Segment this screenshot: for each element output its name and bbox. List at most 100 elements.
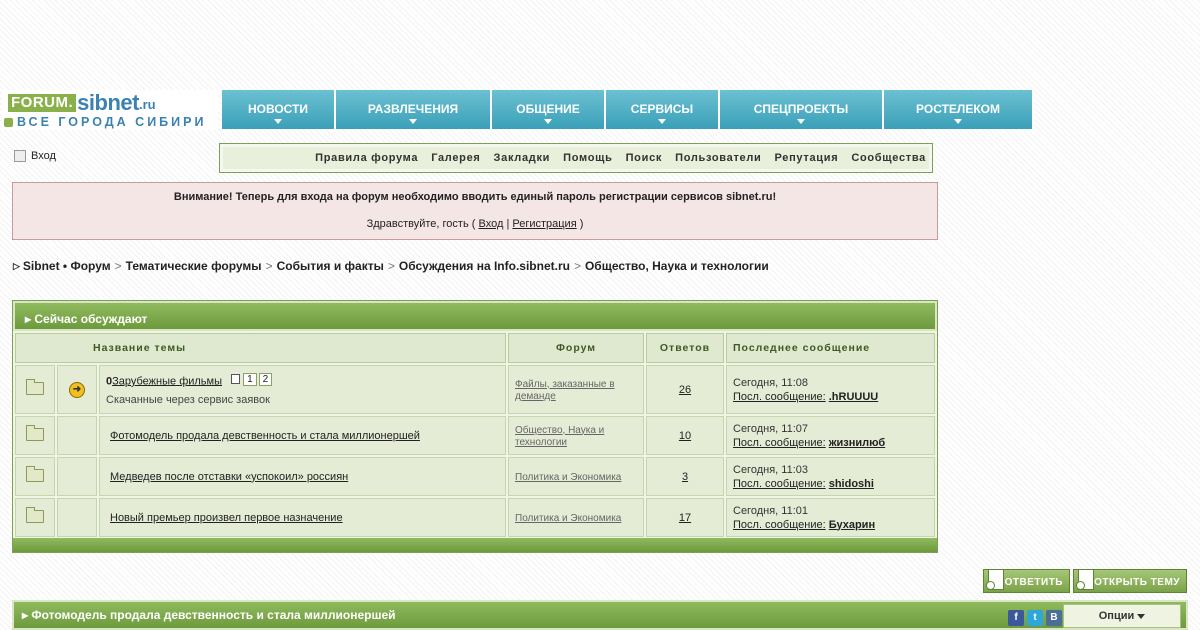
menu-gallery[interactable]: Галерея — [431, 152, 480, 164]
chevron-down-icon — [409, 119, 417, 124]
logo-ru: .ru — [138, 97, 156, 112]
site-logo[interactable]: FORUM. sibnet .ru ВСЕ ГОРОДА СИБИРИ — [2, 90, 218, 130]
forum-menu: Правила форума Галерея Закладки Помощь П… — [219, 143, 933, 173]
folder-icon — [26, 424, 44, 441]
logo-tagline: ВСЕ ГОРОДА СИБИРИ — [17, 115, 207, 129]
nav-entertainment[interactable]: РАЗВЛЕЧЕНИЯ — [336, 90, 492, 129]
menu-bookmarks[interactable]: Закладки — [494, 152, 551, 164]
panel-title: ▸ Сейчас обсуждают — [13, 301, 937, 331]
replies-link[interactable]: 3 — [682, 471, 688, 483]
menu-rules[interactable]: Правила форума — [315, 152, 418, 164]
chevron-down-icon — [658, 119, 666, 124]
table-row: ➜ 0Зарубежные фильмы 1 2 Скачанные через… — [15, 365, 935, 414]
last-post-link[interactable]: Посл. сообщение: — [733, 478, 826, 490]
table-row: Медведев после отставки «успокоил» росси… — [15, 457, 935, 496]
nav-services[interactable]: СЕРВИСЫ — [606, 90, 720, 129]
last-post-link[interactable]: Посл. сообщение: — [733, 391, 826, 403]
logo-dot — [4, 117, 13, 127]
crumb-5[interactable]: Общество, Наука и технологии — [585, 259, 769, 273]
reply-button[interactable]: ОТВЕТИТЬ — [983, 569, 1070, 593]
forum-link[interactable]: Файлы, заказанные в деманде — [515, 379, 615, 402]
chevron-down-icon — [274, 119, 282, 124]
topic-link[interactable]: Медведев после отставки «успокоил» росси… — [110, 471, 348, 483]
notice-register-link[interactable]: Регистрация — [512, 218, 576, 230]
main-nav: НОВОСТИ РАЗВЛЕЧЕНИЯ ОБЩЕНИЕ СЕРВИСЫ СПЕЦ… — [222, 90, 1034, 129]
forum-link[interactable]: Политика и Экономика — [515, 472, 621, 483]
pagination: 1 2 — [231, 372, 274, 386]
facebook-icon[interactable]: f — [1008, 610, 1024, 626]
last-time: Сегодня, 11:07 — [733, 422, 808, 435]
page-link[interactable]: 2 — [258, 372, 273, 386]
plus-icon — [1076, 581, 1085, 590]
nav-social[interactable]: ОБЩЕНИЕ — [492, 90, 606, 129]
pages-icon — [231, 374, 241, 385]
logo-forum: FORUM. — [8, 94, 77, 112]
new-topic-button[interactable]: ОТКРЫТЬ ТЕМУ — [1073, 569, 1187, 593]
options-button[interactable]: Опции — [1063, 604, 1181, 628]
active-topics-panel: ▸ Сейчас обсуждают Название темы Форум О… — [12, 300, 938, 553]
topic-title: Фотомодель продала девственность и стала… — [31, 608, 396, 622]
table-row: Фотомодель продала девственность и стала… — [15, 416, 935, 455]
col-last: Последнее сообщение — [726, 333, 935, 363]
page-link[interactable]: 1 — [243, 372, 257, 386]
menu-users[interactable]: Пользователи — [675, 152, 761, 164]
triangle-right-icon: ▷ — [13, 260, 20, 271]
table-row: Новый премьер произвел первое назначение… — [15, 498, 935, 537]
replies-link[interactable]: 26 — [679, 384, 691, 396]
last-post-link[interactable]: Посл. сообщение: — [733, 519, 826, 531]
topic-link[interactable]: Зарубежные фильмы — [112, 375, 222, 387]
menu-help[interactable]: Помощь — [563, 152, 612, 164]
chevron-down-icon — [954, 119, 962, 124]
last-user-link[interactable]: .hRUUUU — [829, 391, 879, 403]
last-time: Сегодня, 11:03 — [733, 463, 808, 476]
topic-link[interactable]: Фотомодель продала девственность и стала… — [110, 430, 420, 442]
replies-link[interactable]: 17 — [679, 512, 691, 524]
logo-sibnet: sibnet — [77, 90, 139, 115]
nav-rostelecom[interactable]: РОСТЕЛЕКОМ — [884, 90, 1034, 129]
last-time: Сегодня, 11:08 — [733, 376, 808, 389]
panel-footer — [13, 538, 937, 552]
menu-reputation[interactable]: Репутация — [775, 152, 839, 164]
last-time: Сегодня, 11:01 — [733, 504, 808, 517]
replies-link[interactable]: 10 — [679, 430, 691, 442]
crumb-2[interactable]: Тематические форумы — [126, 259, 262, 273]
topic-title-bar: ▸ Фотомодель продала девственность и ста… — [12, 600, 1188, 630]
col-forum: Форум — [508, 333, 644, 363]
nav-specprojects[interactable]: СПЕЦПРОЕКТЫ — [720, 90, 884, 129]
chevron-down-icon — [1137, 613, 1146, 619]
col-replies: Ответов — [646, 333, 724, 363]
folder-icon — [26, 506, 44, 523]
forum-link[interactable]: Политика и Экономика — [515, 513, 621, 524]
twitter-icon[interactable]: t — [1027, 610, 1043, 626]
notice-greeting: Здравствуйте, гость ( Вход | Регистрация… — [366, 218, 584, 230]
chevron-down-icon — [797, 119, 805, 124]
notice-login-link[interactable]: Вход — [478, 218, 503, 230]
chevron-down-icon — [544, 119, 552, 124]
go-new-icon[interactable]: ➜ — [69, 381, 85, 398]
col-name: Название темы — [15, 333, 506, 363]
last-user-link[interactable]: Бухарин — [829, 519, 875, 531]
notice-box: Внимание! Теперь для входа на форум необ… — [12, 182, 938, 240]
crumb-4[interactable]: Обсуждения на Info.sibnet.ru — [399, 259, 570, 273]
topics-table: Название темы Форум Ответов Последнее со… — [13, 331, 937, 539]
last-user-link[interactable]: жизнилюб — [829, 437, 885, 449]
plus-icon — [986, 581, 995, 590]
breadcrumb: ▷ Sibnet • Форум > Тематические форумы >… — [13, 259, 769, 273]
notice-warning: Внимание! Теперь для входа на форум необ… — [173, 191, 777, 203]
vkontakte-icon[interactable]: B — [1046, 610, 1062, 626]
login-icon — [14, 150, 26, 162]
last-post-link[interactable]: Посл. сообщение: — [733, 437, 826, 449]
menu-search[interactable]: Поиск — [626, 152, 663, 164]
forum-link[interactable]: Общество, Наука и технологии — [515, 425, 604, 448]
folder-icon — [26, 378, 44, 395]
menu-communities[interactable]: Сообщества — [851, 152, 926, 164]
crumb-3[interactable]: События и факты — [277, 259, 384, 273]
login-label: Вход — [31, 150, 56, 162]
login-link[interactable]: Вход — [14, 150, 56, 162]
last-user-link[interactable]: shidoshi — [829, 478, 874, 490]
folder-icon — [26, 465, 44, 482]
nav-news[interactable]: НОВОСТИ — [222, 90, 336, 129]
topic-description: Скачанные через сервис заявок — [106, 394, 270, 407]
topic-link[interactable]: Новый премьер произвел первое назначение — [110, 512, 343, 524]
crumb-1[interactable]: Sibnet • Форум — [23, 259, 111, 273]
